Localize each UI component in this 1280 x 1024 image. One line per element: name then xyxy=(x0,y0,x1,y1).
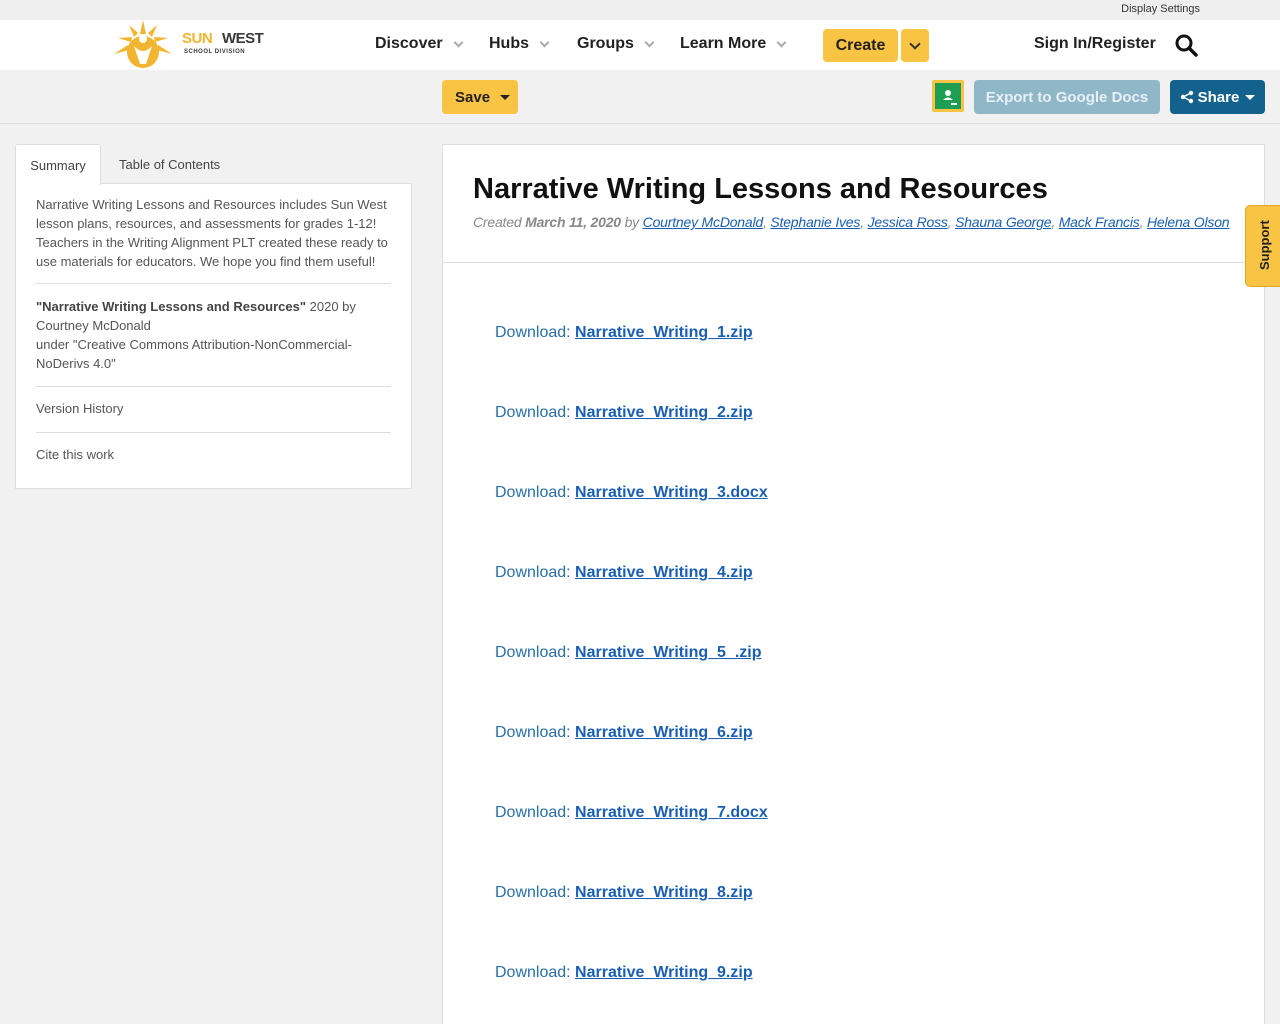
version-history-link[interactable]: Version History xyxy=(36,401,123,416)
download-item: Download: Narrative_Writing_6.zip xyxy=(495,724,753,742)
author-link[interactable]: Mack Francis xyxy=(1059,214,1140,230)
download-prefix: Download: xyxy=(495,884,576,901)
created-date: March 11, 2020 xyxy=(525,214,621,230)
share-icon xyxy=(1180,90,1193,104)
created-prefix: Created xyxy=(473,214,526,230)
divider xyxy=(36,386,391,387)
chevron-down-icon xyxy=(776,37,787,47)
google-classroom-button[interactable] xyxy=(932,80,964,112)
download-prefix: Download: xyxy=(495,644,576,661)
download-link[interactable]: Narrative_Writing_2.zip xyxy=(575,404,753,421)
download-prefix: Download: xyxy=(495,484,576,501)
author-link[interactable]: Stephanie Ives xyxy=(770,214,860,230)
download-prefix: Download: xyxy=(495,324,576,341)
cite-this-work-link[interactable]: Cite this work xyxy=(36,447,114,462)
author-link[interactable]: Courtney McDonald xyxy=(643,214,764,230)
download-prefix: Download: xyxy=(495,804,576,821)
create-dropdown-toggle[interactable] xyxy=(901,29,929,62)
created-meta: Created March 11, 2020 by Courtney McDon… xyxy=(473,214,1230,230)
nav-hubs[interactable]: Hubs xyxy=(489,35,550,53)
download-prefix: Download: xyxy=(495,964,576,981)
license-attribution: "Narrative Writing Lessons and Resources… xyxy=(36,297,396,373)
chevron-down-icon xyxy=(644,37,655,47)
license-type: under "Creative Commons Attribution-NonC… xyxy=(36,337,353,371)
download-item: Download: Narrative_Writing_9.zip xyxy=(495,964,753,982)
save-button-label: Save xyxy=(455,88,491,106)
support-tab[interactable]: Support xyxy=(1245,205,1280,287)
download-link[interactable]: Narrative_Writing_3.docx xyxy=(575,484,768,501)
nav-learn-more[interactable]: Learn More xyxy=(680,35,787,53)
support-label: Support xyxy=(1257,220,1272,270)
author-link[interactable]: Shauna George xyxy=(955,214,1051,230)
content-header: Narrative Writing Lessons and Resources … xyxy=(443,145,1264,263)
tab-summary[interactable]: Summary xyxy=(15,144,101,185)
download-item: Download: Narrative_Writing_4.zip xyxy=(495,564,753,582)
caret-down-icon xyxy=(1245,94,1256,100)
caret-down-icon xyxy=(500,94,511,100)
divider xyxy=(36,432,391,433)
download-prefix: Download: xyxy=(495,564,576,581)
logo-text-school-division: SCHOOL DIVISION xyxy=(184,49,246,55)
logo-text-sun: SUN xyxy=(182,30,213,47)
author-link[interactable]: Jessica Ross xyxy=(868,214,948,230)
download-link[interactable]: Narrative_Writing_1.zip xyxy=(575,324,753,341)
download-link[interactable]: Narrative_Writing_4.zip xyxy=(575,564,753,581)
download-item: Download: Narrative_Writing_7.docx xyxy=(495,804,768,822)
download-item: Download: Narrative_Writing_3.docx xyxy=(495,484,768,502)
nav-learn-more-label: Learn More xyxy=(680,35,767,52)
divider xyxy=(36,283,391,284)
license-title: "Narrative Writing Lessons and Resources… xyxy=(36,299,307,314)
download-item: Download: Narrative_Writing_2.zip xyxy=(495,404,753,422)
resource-content: Narrative Writing Lessons and Resources … xyxy=(442,144,1265,1024)
chevron-down-icon xyxy=(909,37,921,50)
share-button-label: Share xyxy=(1197,88,1240,106)
resource-toolbar: Save Export to Google Docs Share xyxy=(0,70,1280,124)
nav-hubs-label: Hubs xyxy=(489,35,529,52)
summary-description: Narrative Writing Lessons and Resources … xyxy=(36,197,388,269)
sun-west-logo[interactable]: SUN WEST SCHOOL DIVISION xyxy=(112,20,264,68)
download-item: Download: Narrative_Writing_5_.zip xyxy=(495,644,761,662)
download-item: Download: Narrative_Writing_8.zip xyxy=(495,884,753,902)
nav-groups[interactable]: Groups xyxy=(577,35,655,53)
utility-bar: Display Settings xyxy=(0,0,1280,20)
summary-panel: Narrative Writing Lessons and Resources … xyxy=(15,183,412,489)
main-navbar: SUN WEST SCHOOL DIVISION Discover Hubs G… xyxy=(0,20,1280,70)
download-link[interactable]: Narrative_Writing_9.zip xyxy=(575,964,753,981)
logo-text-west: WEST xyxy=(222,30,264,47)
download-item: Download: Narrative_Writing_1.zip xyxy=(495,324,753,342)
search-icon[interactable] xyxy=(1174,33,1198,57)
download-link[interactable]: Narrative_Writing_5_.zip xyxy=(575,644,761,661)
google-classroom-icon xyxy=(935,83,961,109)
tab-table-of-contents[interactable]: Table of Contents xyxy=(119,144,239,184)
sun-logo-icon xyxy=(114,20,172,68)
author-link[interactable]: Helena Olson xyxy=(1147,214,1230,230)
nav-discover-label: Discover xyxy=(375,35,443,52)
share-button[interactable]: Share xyxy=(1170,80,1265,114)
export-google-docs-button[interactable]: Export to Google Docs xyxy=(974,80,1160,114)
page-title: Narrative Writing Lessons and Resources xyxy=(473,173,1048,205)
download-prefix: Download: xyxy=(495,404,576,421)
created-by: by xyxy=(620,214,643,230)
nav-groups-label: Groups xyxy=(577,35,634,52)
download-link[interactable]: Narrative_Writing_7.docx xyxy=(575,804,768,821)
chevron-down-icon xyxy=(539,37,550,47)
create-button[interactable]: Create xyxy=(823,29,898,62)
chevron-down-icon xyxy=(453,37,464,47)
download-prefix: Download: xyxy=(495,724,576,741)
sign-in-register-link[interactable]: Sign In/Register xyxy=(1034,35,1156,53)
download-link[interactable]: Narrative_Writing_8.zip xyxy=(575,884,753,901)
display-settings-link[interactable]: Display Settings xyxy=(1121,3,1200,15)
save-button[interactable]: Save xyxy=(442,80,518,114)
nav-discover[interactable]: Discover xyxy=(375,35,464,53)
download-link[interactable]: Narrative_Writing_6.zip xyxy=(575,724,753,741)
